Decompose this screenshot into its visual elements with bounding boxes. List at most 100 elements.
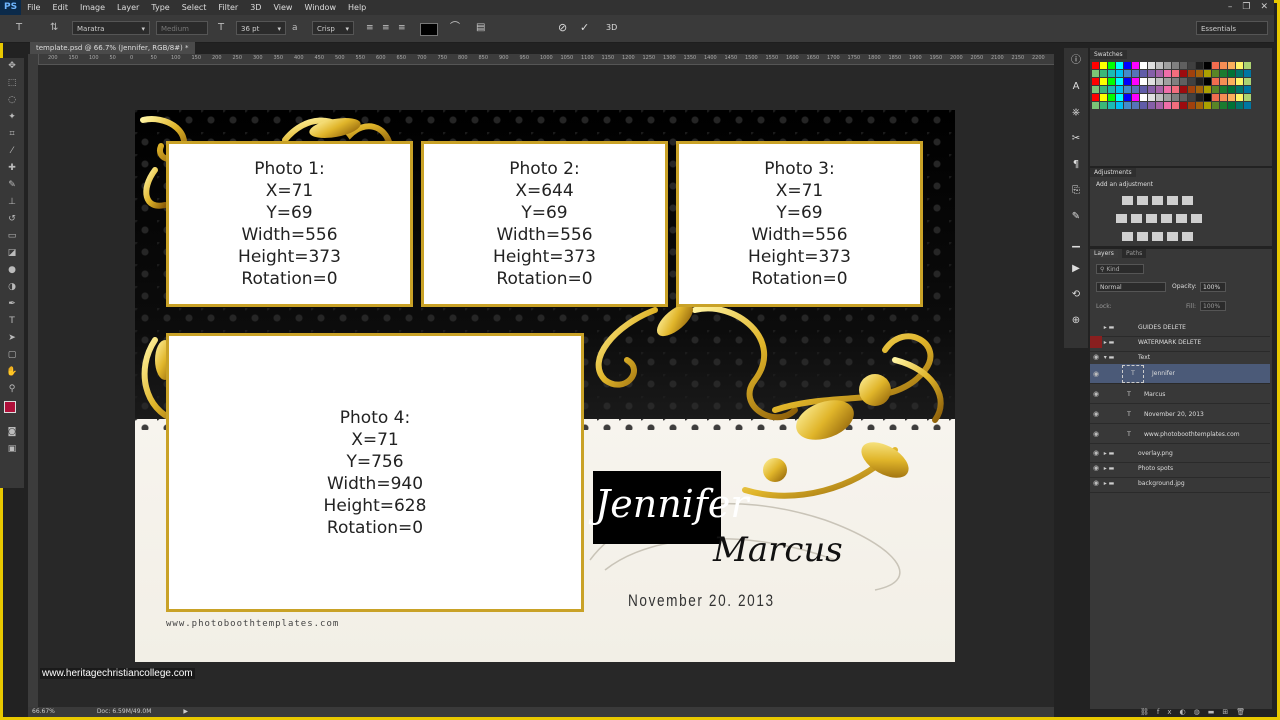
type-tool-icon[interactable]: T [16, 21, 22, 35]
color-swatch[interactable] [1188, 102, 1195, 109]
tab-paths[interactable]: Paths [1122, 249, 1147, 258]
blur-tool-icon[interactable]: ● [0, 262, 24, 279]
color-swatch[interactable] [1164, 94, 1171, 101]
layers-footer-icons[interactable]: ⛓fx◐◍▬⊞🗑 [1140, 708, 1253, 716]
color-swatch[interactable] [1236, 62, 1243, 69]
color-swatch[interactable] [1236, 78, 1243, 85]
menu-filter[interactable]: Filter [212, 3, 244, 12]
clone-source-icon[interactable]: ⎘ [1064, 178, 1088, 204]
zoom-level[interactable]: 66.67% [32, 708, 55, 715]
menu-type[interactable]: Type [145, 3, 175, 12]
photo-spot-3[interactable]: Photo 3: X=71 Y=69 Width=556 Height=373 … [676, 141, 923, 307]
font-style-dropdown[interactable]: Medium [156, 21, 208, 35]
color-swatch[interactable] [1172, 62, 1179, 69]
photo-filter-icon[interactable] [1161, 214, 1172, 223]
swatch-grid[interactable] [1092, 62, 1268, 109]
color-swatch[interactable] [1220, 86, 1227, 93]
color-swatch[interactable] [1212, 86, 1219, 93]
color-swatch[interactable] [1244, 70, 1251, 77]
adjustment-icons-row-3[interactable] [1122, 232, 1193, 241]
eye-icon[interactable]: ◉ [1090, 449, 1102, 457]
color-swatch[interactable] [1228, 94, 1235, 101]
color-swatch[interactable] [1212, 62, 1219, 69]
swatches-title[interactable]: Swatches [1090, 50, 1127, 59]
align-right-icon[interactable]: ≡ [398, 21, 406, 35]
color-swatch[interactable] [1188, 62, 1195, 69]
color-swatch[interactable] [1132, 94, 1139, 101]
color-swatch[interactable] [1204, 78, 1211, 85]
paint-bucket-tool-icon[interactable]: ◪ [0, 245, 24, 262]
color-lookup-icon[interactable] [1191, 214, 1202, 223]
color-swatch[interactable] [1108, 62, 1115, 69]
color-swatch[interactable] [1124, 94, 1131, 101]
color-swatch[interactable] [1148, 62, 1155, 69]
visibility-toggle-hidden[interactable] [1090, 336, 1102, 348]
color-swatch[interactable] [1100, 102, 1107, 109]
color-swatch[interactable] [1228, 78, 1235, 85]
color-swatch[interactable] [1172, 78, 1179, 85]
levels-icon[interactable] [1137, 196, 1148, 205]
layer-marcus[interactable]: ◉ T Marcus [1090, 385, 1270, 404]
brush-presets-icon[interactable]: ✎ [1064, 204, 1088, 230]
stamp-tool-icon[interactable]: ⊥ [0, 194, 24, 211]
eye-icon[interactable]: ◉ [1090, 353, 1102, 361]
photo-spot-1[interactable]: Photo 1: X=71 Y=69 Width=556 Height=373 … [166, 141, 413, 307]
character-panel-icon[interactable]: ▤ [476, 21, 485, 35]
menu-image[interactable]: Image [74, 3, 111, 12]
photo-spot-2[interactable]: Photo 2: X=644 Y=69 Width=556 Height=373… [421, 141, 668, 307]
curves-icon[interactable] [1152, 196, 1163, 205]
color-swatch[interactable] [1212, 102, 1219, 109]
color-swatch[interactable] [1180, 86, 1187, 93]
close-button[interactable]: ✕ [1260, 0, 1268, 15]
maximize-button[interactable]: ❐ [1242, 0, 1250, 15]
color-swatch[interactable] [1156, 94, 1163, 101]
color-swatch[interactable] [1236, 94, 1243, 101]
color-swatch[interactable] [1092, 86, 1099, 93]
eye-icon[interactable]: ◉ [1090, 370, 1102, 378]
type-tool-icon[interactable]: T [0, 313, 24, 330]
align-center-icon[interactable]: ≡ [382, 21, 390, 35]
color-swatch[interactable] [1100, 62, 1107, 69]
color-swatch[interactable] [1228, 70, 1235, 77]
magic-wand-tool-icon[interactable]: ✦ [0, 109, 24, 126]
color-swatch[interactable] [1092, 70, 1099, 77]
anti-alias-dropdown[interactable]: Crisp ▾ [312, 21, 354, 35]
brightness-icon[interactable] [1122, 196, 1133, 205]
color-swatch[interactable] [1164, 70, 1171, 77]
color-swatch[interactable] [1164, 86, 1171, 93]
color-swatch[interactable] [1188, 78, 1195, 85]
posterize-icon[interactable] [1137, 232, 1148, 241]
color-swatch[interactable] [1196, 70, 1203, 77]
menu-select[interactable]: Select [176, 3, 213, 12]
layer-website[interactable]: ◉ Twww.photoboothtemplates.com [1090, 425, 1270, 444]
opacity-input[interactable]: 100% [1200, 282, 1226, 292]
invert-icon[interactable] [1122, 232, 1133, 241]
color-swatch[interactable] [1220, 94, 1227, 101]
color-swatch[interactable] [1244, 62, 1251, 69]
color-swatch[interactable] [1116, 86, 1123, 93]
layer-background[interactable]: ◉ ▸ ▬ background.jpg [1090, 474, 1270, 493]
color-swatch[interactable] [1212, 70, 1219, 77]
font-family-dropdown[interactable]: Maratra ▾ [72, 21, 150, 35]
histogram-icon[interactable]: ▁ [1064, 230, 1088, 256]
color-swatch[interactable] [1244, 102, 1251, 109]
color-swatch[interactable] [1220, 70, 1227, 77]
color-swatch[interactable] [1212, 78, 1219, 85]
hand-tool-icon[interactable]: ✋ [0, 364, 24, 381]
color-swatch[interactable] [1124, 62, 1131, 69]
3d-icon[interactable]: 3D [606, 21, 617, 35]
color-swatch[interactable] [1140, 62, 1147, 69]
layer-jennifer[interactable]: ◉ T Jennifer [1090, 364, 1270, 384]
adjustment-icons-row-1[interactable] [1122, 196, 1193, 205]
menu-edit[interactable]: Edit [46, 3, 74, 12]
font-size-dropdown[interactable]: 36 pt ▾ [236, 21, 286, 35]
status-arrow-icon[interactable]: ▶ [183, 708, 188, 715]
zoom-tool-icon[interactable]: ⚲ [0, 381, 24, 398]
vibrance-icon[interactable] [1182, 196, 1193, 205]
color-swatch[interactable] [1244, 86, 1251, 93]
color-swatch[interactable] [1148, 78, 1155, 85]
color-swatch[interactable] [1188, 94, 1195, 101]
move-tool-icon[interactable]: ✥ [0, 58, 24, 75]
commit-check-icon[interactable]: ✓ [580, 21, 589, 35]
adjustment-icons-row-2[interactable] [1116, 214, 1202, 223]
